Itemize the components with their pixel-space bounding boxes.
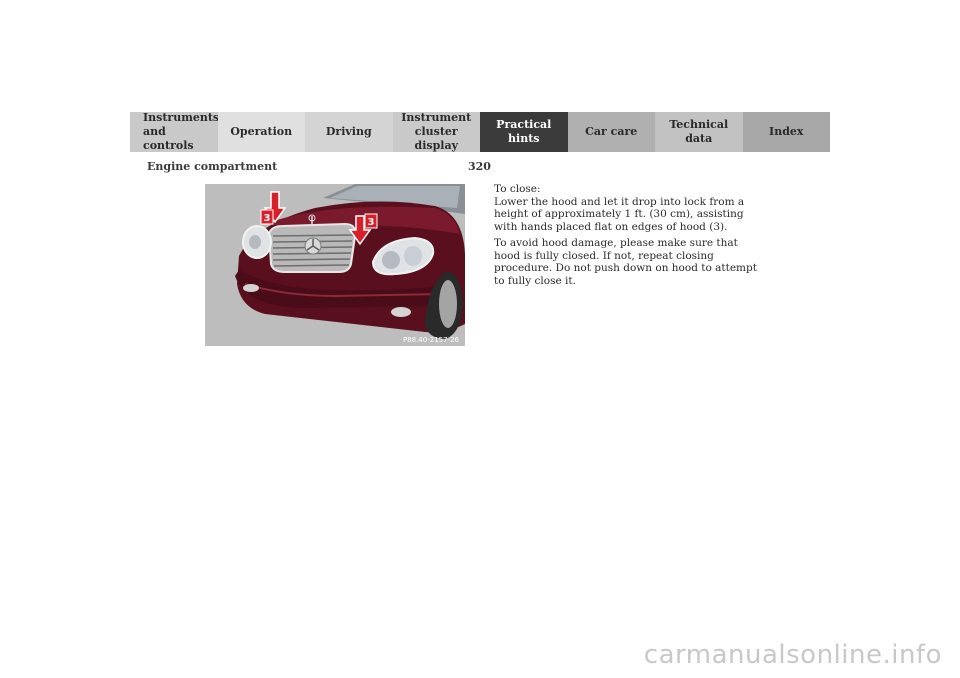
watermark: carmanualsonline.info bbox=[643, 640, 942, 670]
figure-code: P88.40-2157-26 bbox=[403, 336, 460, 344]
tab-label: Driving bbox=[325, 125, 372, 138]
tab-label: Instrument cluster display bbox=[401, 111, 472, 152]
tab-label: Technical data bbox=[669, 118, 729, 145]
tab-label: Index bbox=[769, 125, 804, 138]
instructions-text: To close: Lower the hood and let it drop… bbox=[494, 183, 764, 291]
tab-label: Operation bbox=[230, 125, 293, 138]
label-right: 3 bbox=[368, 217, 375, 228]
tab-operation[interactable]: Operation bbox=[217, 112, 305, 152]
hood-closing-illustration: 3 3 P88.40-2157-26 bbox=[205, 184, 465, 346]
tab-label: Practical hints bbox=[496, 118, 552, 145]
section-nav-tabs: Instruments and controls Operation Drivi… bbox=[130, 111, 830, 152]
tab-car-care[interactable]: Car care bbox=[567, 112, 655, 152]
tab-instrument-cluster-display[interactable]: Instrument cluster display bbox=[392, 111, 480, 152]
tab-instruments-and-controls[interactable]: Instruments and controls bbox=[130, 111, 220, 152]
tab-practical-hints[interactable]: Practical hints bbox=[480, 112, 568, 152]
tab-index[interactable]: Index bbox=[742, 112, 830, 152]
close-heading: To close: bbox=[494, 183, 541, 195]
label-left: 3 bbox=[264, 213, 271, 224]
damage-warning: To avoid hood damage, please make sure t… bbox=[494, 237, 757, 287]
page-number: 320 bbox=[468, 160, 491, 173]
tab-driving[interactable]: Driving bbox=[305, 112, 393, 152]
tab-label: Car care bbox=[585, 125, 638, 138]
close-instructions: Lower the hood and let it drop into lock… bbox=[494, 195, 745, 233]
section-title: Engine compartment bbox=[147, 160, 278, 173]
tab-label: Instruments and controls bbox=[143, 111, 220, 152]
tab-technical-data[interactable]: Technical data bbox=[655, 112, 743, 152]
